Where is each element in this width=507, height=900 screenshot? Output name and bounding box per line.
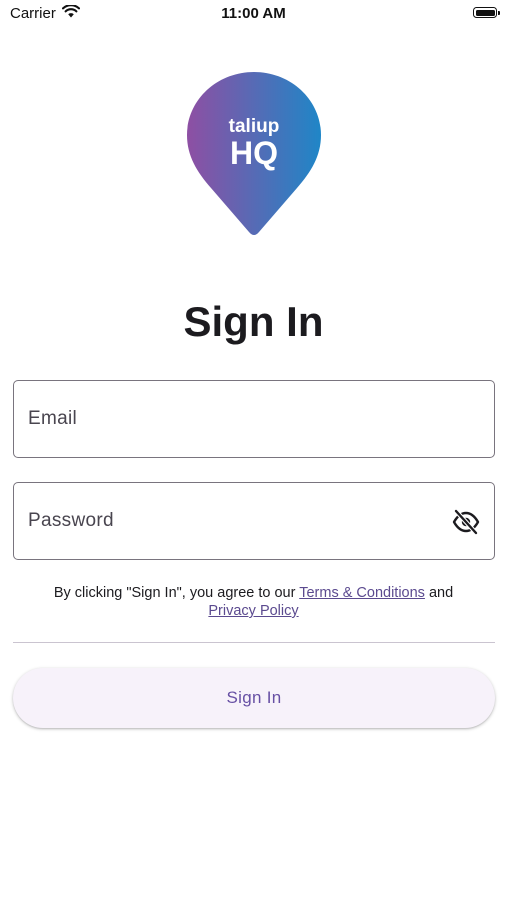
page-title: Sign In xyxy=(183,298,324,345)
email-field[interactable] xyxy=(13,380,495,458)
battery-level xyxy=(475,9,495,16)
status-bar: Carrier 11:00 AM xyxy=(0,0,507,28)
logo-brand-top: taliup xyxy=(229,116,280,137)
battery-icon xyxy=(473,7,500,18)
password-field[interactable] xyxy=(13,482,495,560)
terms-middle: and xyxy=(424,585,454,601)
password-input[interactable] xyxy=(28,483,428,559)
terms-notice: By clicking "Sign In", you agree to our … xyxy=(20,584,487,620)
taliup-hq-logo: taliup HQ xyxy=(187,72,321,236)
sign-in-button[interactable]: Sign In xyxy=(13,668,495,728)
eye-off-icon[interactable] xyxy=(452,508,480,536)
logo-brand-bottom: HQ xyxy=(230,135,278,171)
status-time: 11:00 AM xyxy=(221,5,286,22)
privacy-policy-link[interactable]: Privacy Policy xyxy=(208,603,298,619)
email-input[interactable] xyxy=(28,381,428,457)
divider xyxy=(13,642,495,643)
terms-conditions-link[interactable]: Terms & Conditions xyxy=(299,585,425,601)
terms-prefix: By clicking "Sign In", you agree to our xyxy=(53,585,300,601)
